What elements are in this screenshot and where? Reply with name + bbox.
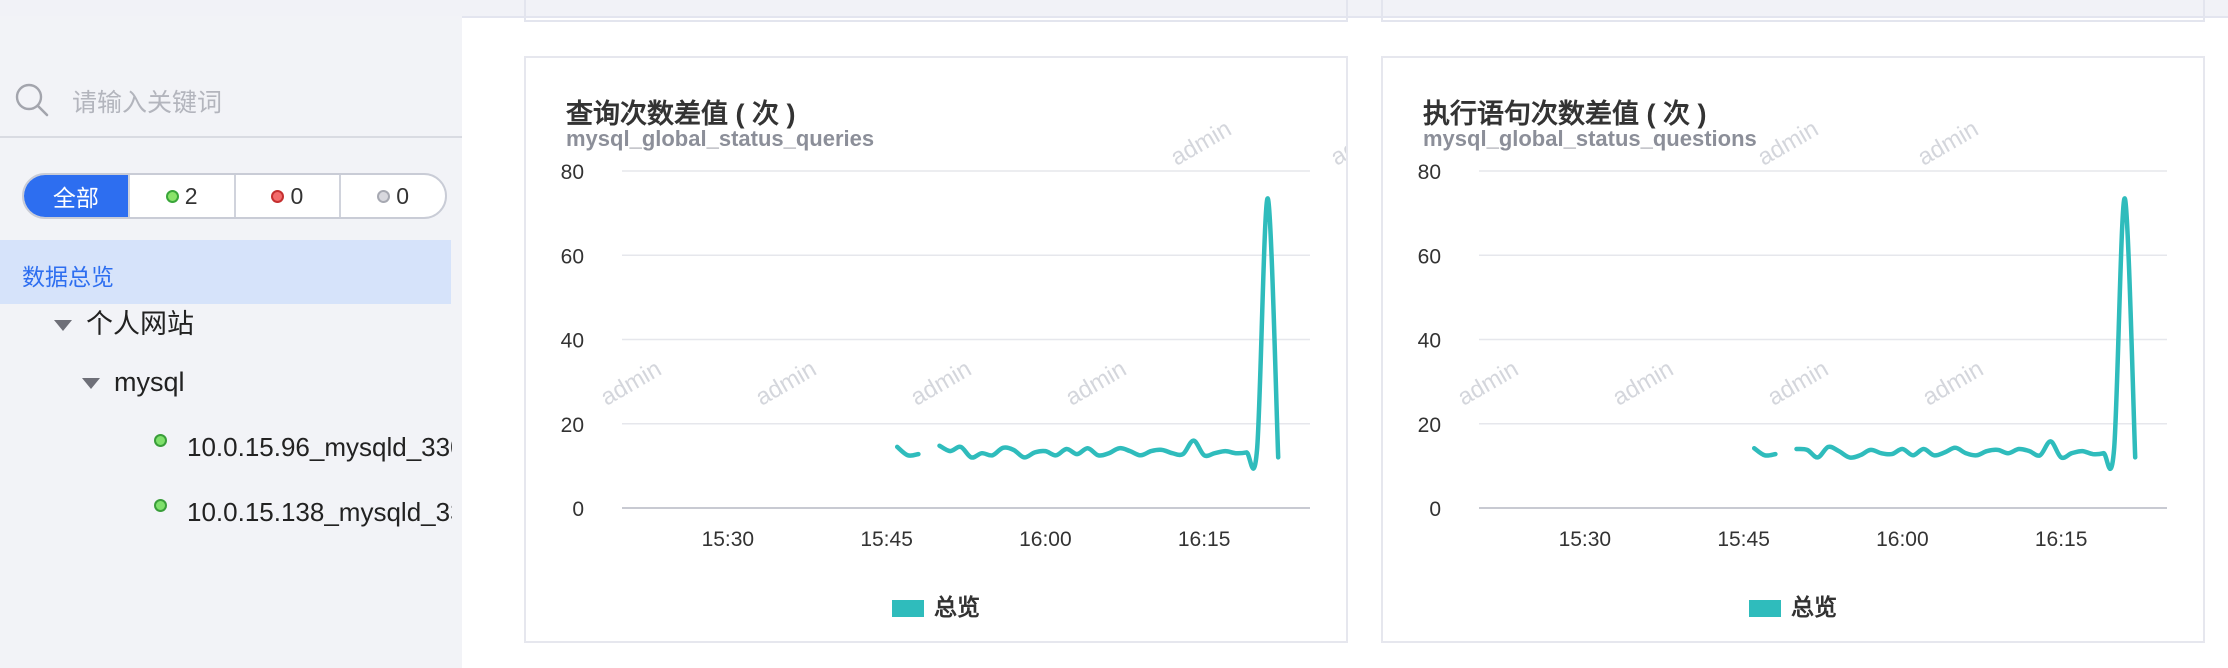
- series-line: [894, 444, 921, 458]
- x-tick-label: 15:45: [860, 528, 913, 551]
- chart-card-queries: admin admin admin admin admin admin 查询次数…: [524, 56, 1348, 643]
- filter-unknown-button[interactable]: 0: [339, 175, 445, 217]
- x-tick-label: 16:15: [1178, 528, 1231, 551]
- caret-down-icon[interactable]: [54, 320, 72, 332]
- series-line: [937, 196, 1281, 471]
- line-chart-questions: 0 20 40 60 80 15:30 15:45 16:00 16:15: [1418, 161, 2167, 551]
- previous-chart-card-1: [524, 0, 1348, 22]
- search-bar: [0, 46, 462, 138]
- tree-node-group[interactable]: 个人网站: [54, 302, 194, 341]
- sidebar: 全部 2 0 0 数据总览 个人网站 mysql 10.0.15.96_mysq…: [0, 16, 462, 668]
- x-tick-label: 16:15: [2035, 528, 2088, 551]
- search-input[interactable]: [70, 82, 434, 124]
- chart-card-questions: admin admin admin admin admin admin 执行语句…: [1381, 56, 2205, 643]
- legend-label: 总览: [934, 594, 980, 620]
- x-tick-label: 15:45: [1717, 528, 1770, 551]
- legend-label: 总览: [1791, 594, 1837, 620]
- sidebar-item-overview[interactable]: 数据总览: [0, 240, 451, 304]
- caret-down-icon[interactable]: [82, 378, 100, 390]
- y-tick-label: 20: [1418, 414, 1441, 437]
- y-tick-label: 80: [1418, 161, 1441, 184]
- y-tick-label: 0: [1429, 498, 1441, 521]
- tree-subgroup-label: mysql: [114, 367, 185, 397]
- y-tick-label: 60: [561, 245, 584, 268]
- filter-online-button[interactable]: 2: [127, 175, 234, 217]
- tree-node-subgroup[interactable]: mysql: [82, 367, 185, 398]
- error-status-dot-icon: [271, 189, 285, 203]
- legend-swatch: [1749, 600, 1781, 618]
- x-tick-label: 16:00: [1019, 528, 1072, 551]
- tree-leaf-instance-2[interactable]: [154, 497, 185, 515]
- series-line: [1751, 445, 1778, 458]
- search-icon[interactable]: [14, 82, 50, 118]
- y-tick-label: 40: [1418, 330, 1441, 353]
- previous-chart-card-2: [1381, 0, 2205, 22]
- status-filter: 全部 2 0 0: [22, 173, 447, 219]
- online-status-dot-icon: [154, 434, 167, 448]
- tree-leaf-instance-1[interactable]: [154, 432, 185, 450]
- filter-all-button[interactable]: 全部: [24, 175, 128, 217]
- filter-error-count: 0: [290, 182, 304, 209]
- filter-error-button[interactable]: 0: [233, 175, 340, 217]
- chart-legend[interactable]: 总览: [892, 588, 980, 622]
- y-tick-label: 60: [1418, 245, 1441, 268]
- y-tick-label: 20: [561, 414, 584, 437]
- x-tick-label: 15:30: [1559, 528, 1612, 551]
- line-chart-queries: 0 20 40 60 80 15:30 15:45 16:00 16:15: [561, 161, 1310, 551]
- y-tick-label: 0: [572, 498, 584, 521]
- chart-legend[interactable]: 总览: [1749, 588, 1837, 622]
- legend-swatch: [892, 600, 924, 618]
- filter-all-label: 全部: [52, 185, 99, 211]
- series-line: [1794, 196, 2138, 471]
- online-status-dot-icon: [165, 189, 179, 203]
- x-tick-label: 16:00: [1876, 528, 1929, 551]
- x-tick-label: 15:30: [702, 528, 755, 551]
- overview-label: 数据总览: [22, 264, 114, 290]
- instance-2-label[interactable]: 10.0.15.138_mysqld_3306: [187, 497, 452, 528]
- filter-online-count: 2: [184, 182, 198, 209]
- filter-unknown-count: 0: [396, 182, 410, 209]
- instance-1-label[interactable]: 10.0.15.96_mysqld_3306: [187, 432, 452, 463]
- y-tick-label: 40: [561, 330, 584, 353]
- y-tick-label: 80: [561, 161, 584, 184]
- tree-group-label: 个人网站: [86, 309, 194, 339]
- unknown-status-dot-icon: [377, 189, 391, 203]
- online-status-dot-icon: [154, 499, 167, 513]
